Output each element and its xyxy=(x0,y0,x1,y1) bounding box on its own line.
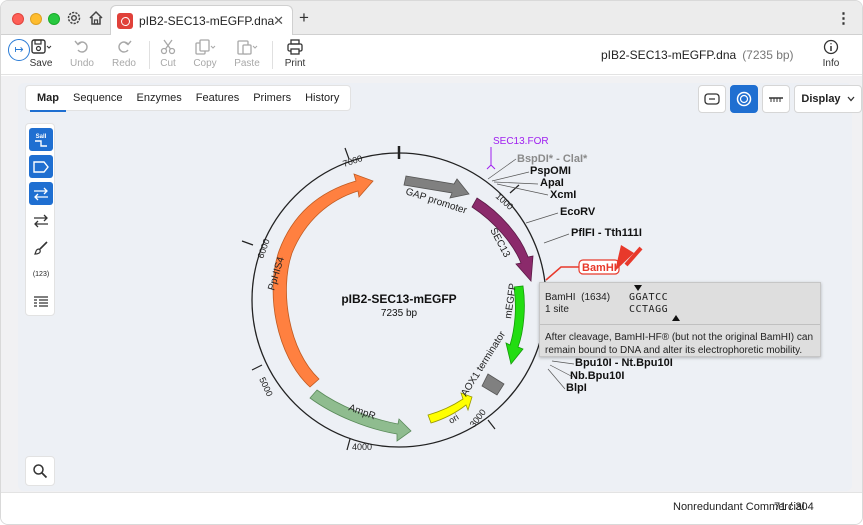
tooltip-enzyme-name: BamHI xyxy=(545,292,576,303)
enzyme-pflfi-tth111i[interactable]: PflFI - Tth111I xyxy=(571,227,642,239)
tooltip-enzyme-position: (1634) xyxy=(581,292,611,303)
app-window: pIB2-SEC13-mEGFP.dna ✕ + ⋮ Save Undo Red… xyxy=(0,0,863,525)
aox1-terminator-feature[interactable] xyxy=(481,373,505,396)
top-cut-marker-icon xyxy=(634,285,642,291)
enzyme-ecorv[interactable]: EcoRV xyxy=(560,206,596,218)
tick-label-3000: 3000 xyxy=(468,407,488,429)
enzyme-apai[interactable]: ApaI xyxy=(540,177,564,189)
plasmid-name: pIB2-SEC13-mEGFP xyxy=(341,292,456,306)
status-bar: Nonredundant Commercial 71 / 304 xyxy=(1,492,862,524)
tooltip-divider xyxy=(540,324,820,325)
enzyme-blpi[interactable]: BlpI xyxy=(566,382,587,394)
tooltip-sites: 1 site xyxy=(545,304,569,315)
primer-label[interactable]: SEC13.FOR xyxy=(493,136,549,147)
tick-label-6000: 6000 xyxy=(255,237,271,259)
tick-label-5000: 5000 xyxy=(257,376,275,398)
enzyme-nb-bpu10i[interactable]: Nb.Bpu10I xyxy=(570,370,624,382)
enzyme-bpu10i[interactable]: Bpu10I - Nt.Bpu10I xyxy=(575,357,673,369)
enzyme-bamhi[interactable]: BamHI xyxy=(582,262,617,274)
tooltip-note: After cleavage, BamHI-HF® (but not the o… xyxy=(545,332,814,356)
bottom-cut-marker-icon xyxy=(672,315,680,321)
bamhi-leader-line xyxy=(545,266,579,281)
tooltip-enzyme: BamHI (1634) xyxy=(545,292,610,303)
enzyme-pspomi[interactable]: PspOMI xyxy=(530,165,571,177)
plasmid-map: 1000 3000 4000 5000 6000 7000 GAP promot… xyxy=(241,136,673,452)
enzyme-count: 71 / 304 xyxy=(774,501,814,513)
tick-label-7000: 7000 xyxy=(342,153,364,169)
tooltip-seq-bottom: CCTAGG xyxy=(629,304,669,315)
tooltip-seq-top: GGATCC xyxy=(629,292,669,303)
plasmid-length: 7235 bp xyxy=(381,308,418,319)
primer-marker[interactable] xyxy=(486,147,496,170)
enzyme-bspdi-clai[interactable]: BspDI* - ClaI* xyxy=(517,153,588,165)
enzyme-xcmi[interactable]: XcmI xyxy=(550,189,576,201)
tick-label-1000: 1000 xyxy=(494,191,516,212)
pphis4-feature[interactable] xyxy=(272,173,374,388)
enzyme-tooltip: BamHI (1634) 1 site GGATCC CCTAGG After … xyxy=(539,282,821,357)
tick-label-4000: 4000 xyxy=(352,442,372,452)
